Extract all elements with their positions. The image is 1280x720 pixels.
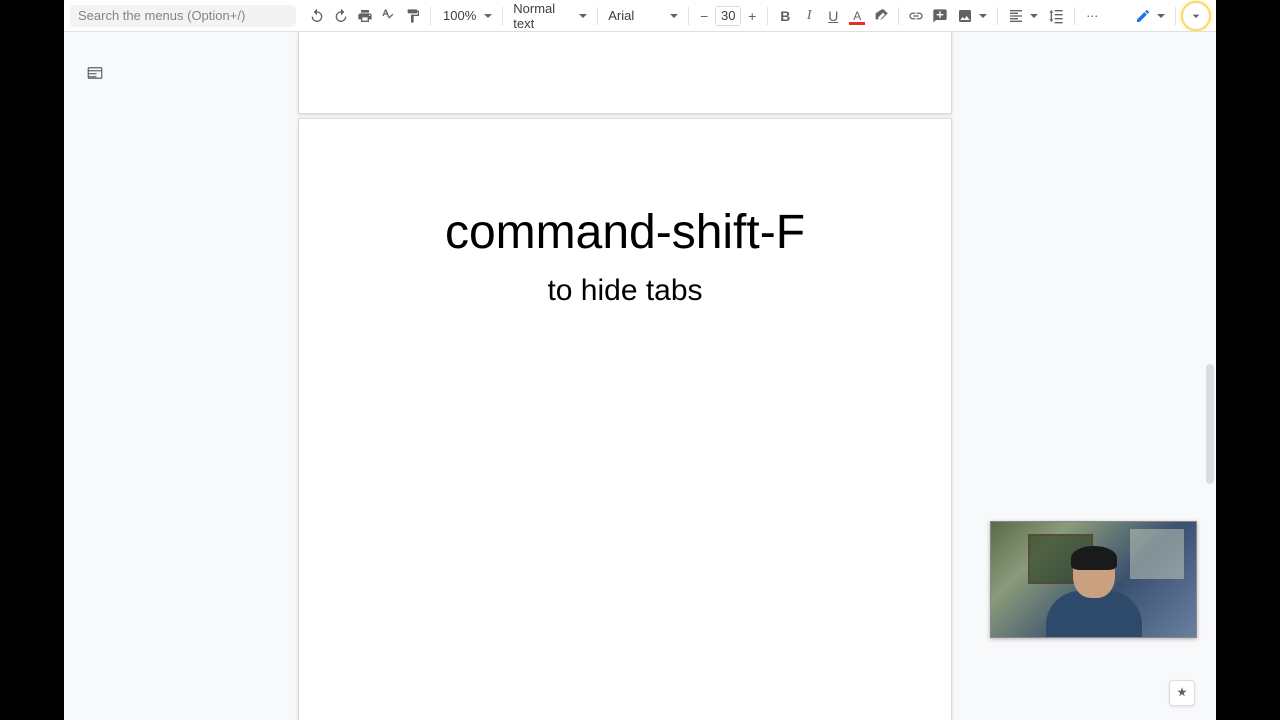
redo-button[interactable]	[330, 5, 352, 27]
more-button[interactable]: ⋯	[1081, 5, 1103, 27]
increase-font-size-button[interactable]: +	[743, 5, 761, 27]
underline-button[interactable]: U	[822, 5, 844, 27]
page-current[interactable]: command-shift-F to hide tabs	[298, 118, 952, 720]
separator	[1175, 7, 1176, 25]
zoom-dropdown[interactable]: 100%	[437, 8, 496, 23]
highlight-color-button[interactable]	[870, 5, 892, 27]
explore-button[interactable]	[1169, 680, 1195, 706]
style-value: Normal text	[513, 1, 573, 31]
font-dropdown[interactable]: Arial	[604, 8, 682, 23]
separator	[767, 7, 768, 25]
editing-mode-dropdown[interactable]	[1131, 8, 1169, 24]
separator	[502, 7, 503, 25]
doc-subheading[interactable]: to hide tabs	[299, 274, 951, 308]
caret-down-icon	[579, 14, 587, 18]
webcam-person	[1039, 542, 1149, 637]
highlight-ring	[1181, 1, 1211, 31]
line-spacing-button[interactable]	[1044, 8, 1068, 24]
app-frame: Search the menus (Option+/) 100% Normal …	[64, 0, 1216, 720]
separator	[688, 7, 689, 25]
color-bar	[849, 22, 865, 25]
insert-image-button[interactable]	[953, 8, 991, 24]
add-comment-button[interactable]	[929, 5, 951, 27]
page-previous[interactable]	[298, 32, 952, 114]
webcam-overlay	[990, 521, 1197, 638]
paint-format-button[interactable]	[402, 5, 424, 27]
caret-down-icon	[1030, 14, 1038, 18]
paragraph-style-dropdown[interactable]: Normal text	[509, 1, 591, 31]
font-size-control: − +	[695, 5, 761, 27]
doc-heading[interactable]: command-shift-F	[299, 205, 951, 260]
hide-menus-button[interactable]	[1182, 2, 1210, 30]
menu-search-input[interactable]: Search the menus (Option+/)	[70, 5, 296, 27]
bold-button[interactable]: B	[774, 5, 796, 27]
font-value: Arial	[608, 8, 664, 23]
italic-button[interactable]: I	[798, 5, 820, 27]
align-button[interactable]	[1004, 8, 1042, 24]
zoom-value: 100%	[441, 8, 478, 23]
vertical-scrollbar[interactable]	[1204, 64, 1216, 720]
show-outline-button[interactable]	[82, 60, 108, 86]
caret-down-icon	[979, 14, 987, 18]
toolbar: Search the menus (Option+/) 100% Normal …	[64, 0, 1216, 32]
decrease-font-size-button[interactable]: −	[695, 5, 713, 27]
separator	[1074, 7, 1075, 25]
undo-button[interactable]	[306, 5, 328, 27]
caret-down-icon	[1157, 14, 1165, 18]
separator	[597, 7, 598, 25]
insert-link-button[interactable]	[905, 5, 927, 27]
scroll-thumb[interactable]	[1206, 364, 1214, 484]
separator	[997, 7, 998, 25]
caret-down-icon	[484, 14, 492, 18]
caret-down-icon	[670, 14, 678, 18]
document-body[interactable]: command-shift-F to hide tabs	[299, 119, 951, 308]
separator	[430, 7, 431, 25]
text-color-button[interactable]: A	[846, 5, 868, 27]
spellcheck-button[interactable]	[378, 5, 400, 27]
print-button[interactable]	[354, 5, 376, 27]
separator	[898, 7, 899, 25]
font-size-input[interactable]	[715, 6, 741, 26]
